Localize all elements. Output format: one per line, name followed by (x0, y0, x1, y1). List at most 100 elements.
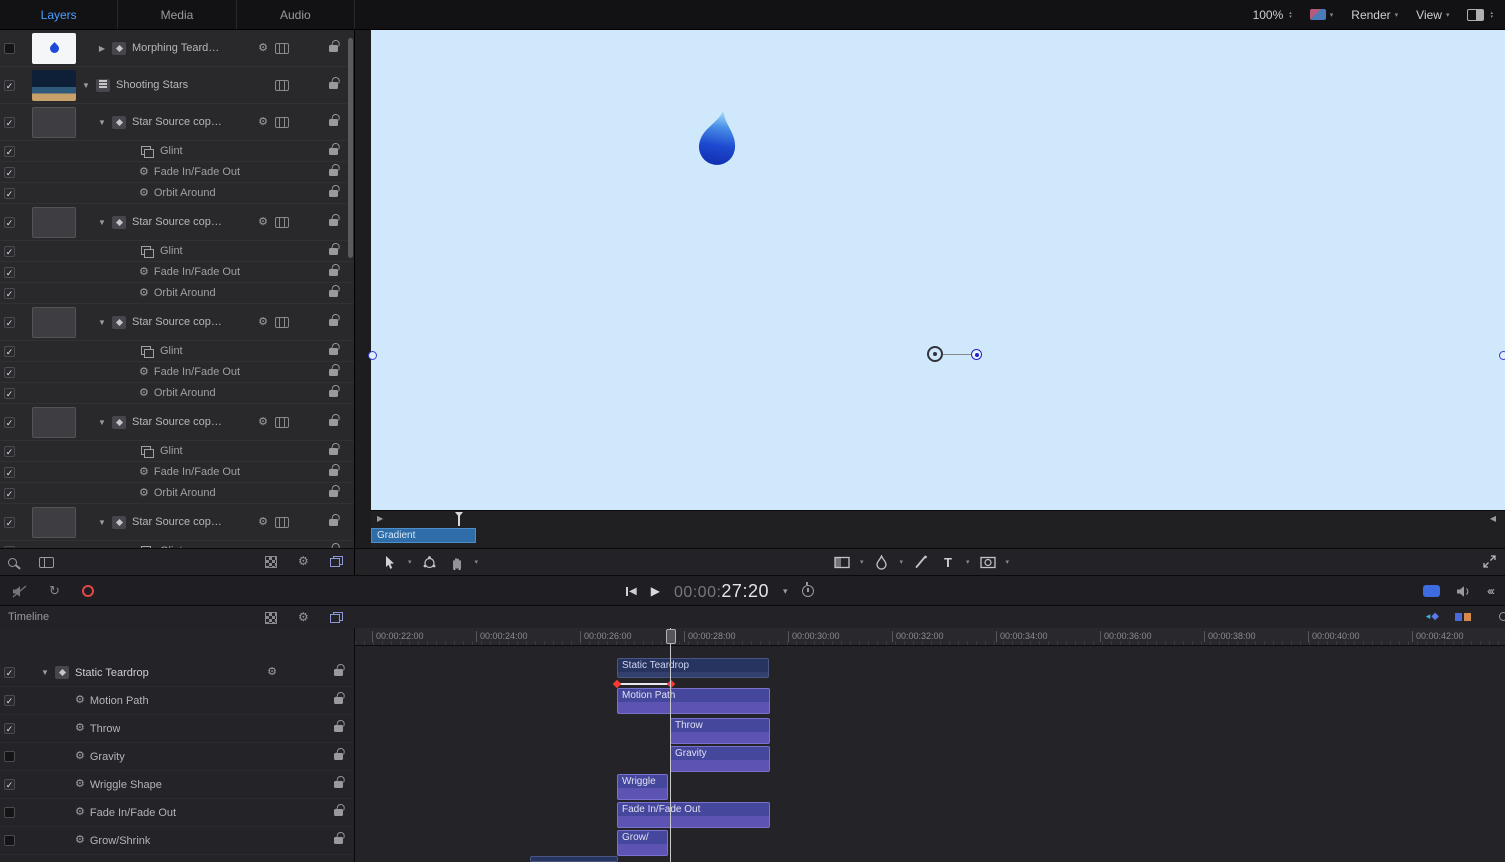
timeline-layer-row[interactable]: ✓ ⚙ Wriggle Shape (0, 771, 354, 799)
media-icon[interactable] (275, 216, 289, 228)
chevron-down-icon[interactable]: ▾ (475, 558, 479, 566)
timeline-layer-row[interactable]: ✓ ▼ Static Teardrop ⚙ (0, 659, 354, 687)
checkerboard-filter-icon[interactable] (265, 612, 277, 624)
gear-button[interactable]: ⚙ (267, 667, 277, 678)
play-icon[interactable]: ▶ (651, 584, 660, 598)
checkerboard-filter-icon[interactable] (265, 556, 277, 568)
unlock-icon[interactable] (329, 189, 338, 197)
unlock-icon[interactable] (329, 218, 338, 226)
timeline-bar[interactable]: Static Teardrop (617, 658, 769, 678)
timeline-layer-row[interactable]: ✓ ⚙ Throw (0, 715, 354, 743)
activation-checkbox[interactable]: ✓ (4, 345, 15, 357)
timeline-layer-row[interactable]: ⚙ Fade In/Fade Out (0, 799, 354, 827)
activation-checkbox[interactable]: ✓ (4, 166, 15, 178)
text-tool[interactable]: T (939, 553, 957, 571)
layer-row[interactable]: ✓ ⚙ Fade In/Fade Out (0, 162, 354, 183)
layer-row[interactable]: ✓ ▼ Star Source cop… ⚙ (0, 404, 354, 441)
fullscreen-icon[interactable] (1482, 554, 1497, 569)
motion-path-start-handle[interactable] (927, 346, 943, 362)
chevron-down-icon[interactable]: ▾ (966, 558, 970, 566)
activation-checkbox[interactable]: ✓ (4, 79, 15, 91)
disclosure-triangle[interactable]: ▼ (96, 318, 108, 327)
timeline-track-area[interactable]: 00:00:22:00 00:00:24:00 00:00:26:00 00:00:2… (355, 628, 1505, 862)
canvas-right-handle[interactable] (1499, 351, 1505, 360)
tab-media[interactable]: Media (118, 0, 237, 29)
brush-tool[interactable] (912, 553, 930, 571)
unlock-icon[interactable] (329, 418, 338, 426)
activation-checkbox[interactable]: ✓ (4, 387, 15, 399)
unlock-icon[interactable] (329, 389, 338, 397)
chevron-down-icon[interactable]: ▾ (860, 558, 864, 566)
disclosure-triangle[interactable]: ▼ (96, 218, 108, 227)
loop-icon[interactable]: ↻ (49, 583, 60, 599)
unlock-icon[interactable] (329, 44, 338, 52)
mask-tool[interactable] (979, 553, 997, 571)
gear-button[interactable]: ⚙ (258, 216, 268, 228)
activation-checkbox[interactable]: ✓ (4, 445, 15, 457)
chevron-down-icon[interactable]: ▾ (408, 558, 412, 566)
chevron-down-icon[interactable]: ▾ (1006, 558, 1010, 566)
unlock-icon[interactable] (329, 468, 338, 476)
activation-checkbox[interactable]: ✓ (4, 667, 15, 678)
media-icon[interactable] (275, 316, 289, 328)
activation-checkbox[interactable]: ✓ (4, 245, 15, 257)
layers-filter-icon[interactable] (330, 556, 343, 567)
media-icon[interactable] (275, 42, 289, 54)
audio-icon[interactable] (1456, 585, 1471, 598)
unlock-icon[interactable] (329, 447, 338, 455)
record-icon[interactable] (81, 585, 94, 597)
activation-checkbox[interactable]: ✓ (4, 216, 15, 228)
columns-icon[interactable] (39, 556, 54, 568)
gear-button[interactable]: ⚙ (258, 516, 268, 528)
layer-row[interactable]: ✓ ⚙ Orbit Around (0, 283, 354, 304)
timeline-ruler[interactable]: 00:00:22:00 00:00:24:00 00:00:26:00 00:00:2… (355, 628, 1505, 646)
playhead[interactable] (666, 628, 676, 862)
activation-checkbox[interactable]: ✓ (4, 695, 15, 706)
activation-checkbox[interactable]: ✓ (4, 487, 15, 499)
media-icon[interactable] (275, 416, 289, 428)
activation-checkbox[interactable]: ✓ (4, 416, 15, 428)
disclosure-triangle[interactable]: ▼ (96, 118, 108, 127)
unlock-icon[interactable] (329, 518, 338, 526)
unlock-icon[interactable] (334, 669, 343, 676)
layer-row[interactable]: ✓ ⚙ Orbit Around (0, 183, 354, 204)
media-icon[interactable] (275, 116, 289, 128)
mini-playhead[interactable] (455, 512, 463, 526)
unlock-icon[interactable] (334, 725, 343, 732)
teardrop-shape[interactable] (695, 108, 741, 174)
timeline-bar[interactable]: Fade In/Fade Out (617, 802, 770, 828)
disclosure-triangle[interactable]: ▼ (96, 518, 108, 527)
timeline-bar[interactable]: Gravity (670, 746, 770, 772)
layer-row[interactable]: ✓ ⚙ Orbit Around (0, 383, 354, 404)
timeline-bar[interactable]: Motion Path (617, 688, 770, 714)
activation-checkbox[interactable]: ✓ (4, 116, 15, 128)
unlock-icon[interactable] (329, 118, 338, 126)
mini-timeline[interactable]: ▶ ◀ Gradient (371, 510, 1505, 548)
activation-checkbox[interactable]: ✓ (4, 187, 15, 199)
unlock-icon[interactable] (329, 289, 338, 297)
activation-checkbox[interactable]: ✓ (4, 316, 15, 328)
media-icon[interactable] (275, 516, 289, 528)
zoom-icon[interactable] (1499, 612, 1505, 621)
disclosure-triangle[interactable]: ▶ (96, 44, 108, 53)
view-menu[interactable]: View ▾ (1416, 8, 1449, 22)
unlock-icon[interactable] (334, 753, 343, 760)
canvas[interactable] (368, 30, 1505, 510)
adjust-item-tool[interactable] (421, 553, 439, 571)
activation-checkbox[interactable]: ✓ (4, 545, 15, 548)
layer-row[interactable]: ✓ ▼ Star Source cop… ⚙ (0, 104, 354, 141)
layer-row[interactable]: ✓ ▼ Star Source cop… ⚙ (0, 504, 354, 541)
pane-toggle[interactable]: ▴ ▾ (1467, 8, 1493, 21)
timing-icon[interactable] (801, 582, 814, 597)
activation-checkbox[interactable]: ✓ (4, 145, 15, 157)
current-timecode[interactable]: 00:00: 27:20 (674, 581, 769, 602)
layer-row[interactable]: ✓ Glint (0, 441, 354, 462)
activation-checkbox[interactable]: ✓ (4, 287, 15, 299)
timeline-bar[interactable]: Throw (670, 718, 770, 744)
layer-row[interactable]: ✓ ⚙ Fade In/Fade Out (0, 262, 354, 283)
keyframe-nav-icon[interactable]: ◂ ◆ (1426, 611, 1439, 622)
unlock-icon[interactable] (329, 318, 338, 326)
chevron-down-icon[interactable]: ▾ (900, 558, 904, 566)
gear-button[interactable]: ⚙ (258, 116, 268, 128)
unlock-icon[interactable] (329, 147, 338, 155)
